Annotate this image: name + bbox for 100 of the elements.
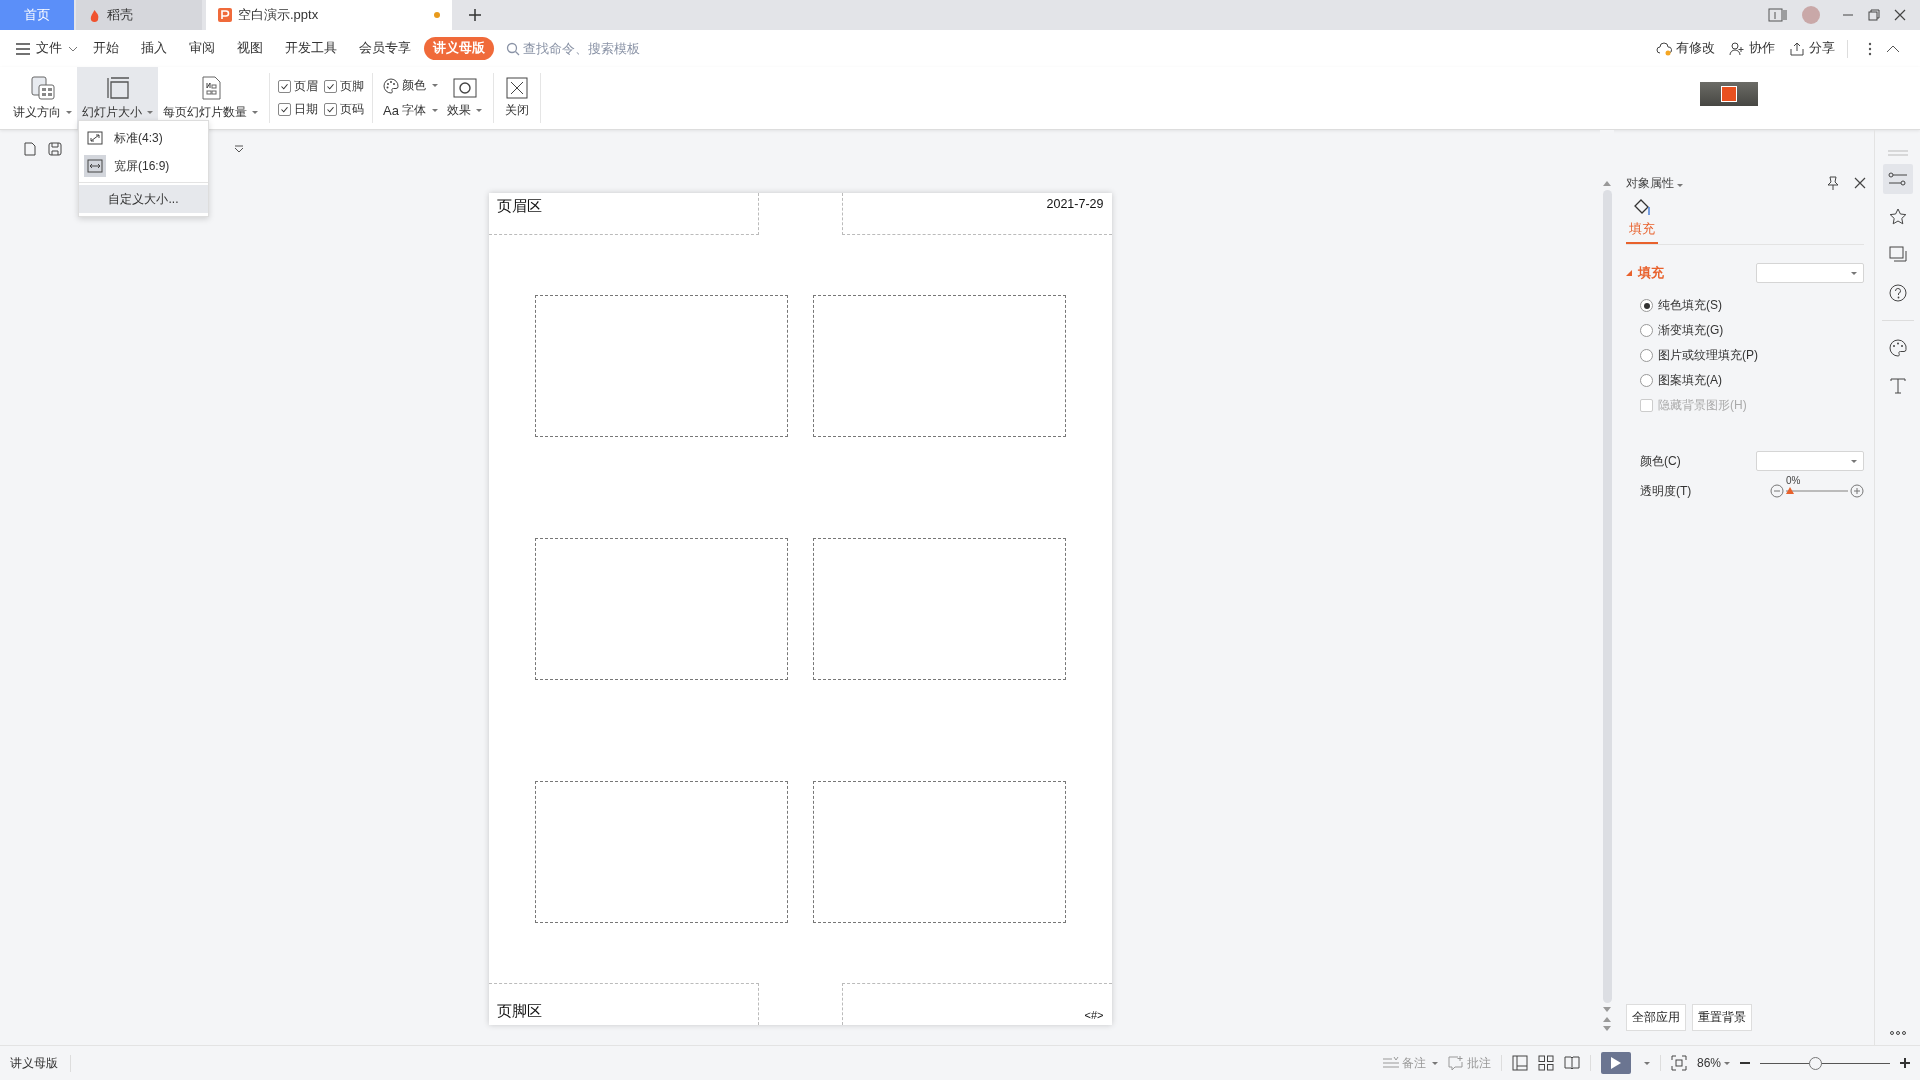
cloud-icon: [1656, 41, 1672, 56]
checkmark-icon: [280, 82, 289, 91]
transparency-value: 0%: [1786, 475, 1801, 486]
properties-tool[interactable]: [1882, 164, 1913, 194]
fill-option[interactable]: 图片或纹理填充(P): [1626, 343, 1874, 368]
caret-icon: [1851, 271, 1857, 275]
zoom-in-icon[interactable]: [1900, 1058, 1910, 1068]
caret-icon: [147, 111, 153, 114]
caret-icon[interactable]: [1643, 1061, 1650, 1065]
star-icon: [1888, 208, 1907, 226]
share-icon: [1789, 41, 1805, 56]
search-icon: [506, 41, 520, 56]
page-up-icon[interactable]: [1603, 1017, 1611, 1022]
effects-button[interactable]: 效果: [442, 67, 487, 129]
menu-item[interactable]: 宽屏(16:9): [79, 152, 208, 180]
text-icon: [1889, 378, 1906, 394]
date-text: 2021-7-29: [1046, 197, 1104, 211]
menu-tab[interactable]: 开发工具: [276, 37, 346, 60]
more-icon[interactable]: [1889, 1031, 1906, 1035]
ribbon-checkbox[interactable]: 日期: [278, 101, 318, 118]
toolbar-action[interactable]: 有修改: [1656, 40, 1715, 57]
zoom-out-icon[interactable]: [1740, 1061, 1750, 1065]
menu-tab[interactable]: 审阅: [180, 37, 224, 60]
ribbon-button[interactable]: 讲义方向: [8, 67, 77, 129]
grid-view-icon[interactable]: [1537, 1055, 1554, 1071]
close-icon[interactable]: [1894, 9, 1906, 21]
new-file-icon[interactable]: [24, 142, 36, 156]
restore-icon[interactable]: [1868, 9, 1880, 21]
menu-item[interactable]: 自定义大小...: [79, 185, 208, 213]
customize-icon[interactable]: [234, 144, 244, 154]
pin-icon[interactable]: [1826, 176, 1840, 190]
font-button[interactable]: Aa 字体: [383, 102, 438, 119]
menu-tab[interactable]: 视图: [228, 37, 272, 60]
close-icon: [506, 77, 528, 99]
caret-icon: [1724, 1061, 1730, 1065]
save-icon[interactable]: [48, 142, 62, 156]
widescreen-icon: [84, 155, 106, 177]
caret-icon: [432, 84, 438, 87]
color-button[interactable]: 颜色: [383, 77, 438, 94]
view-mode-label: 讲义母版: [10, 1054, 71, 1072]
close-icon[interactable]: [1854, 177, 1866, 189]
collapse-icon[interactable]: [1886, 44, 1900, 53]
normal-view-icon[interactable]: [1511, 1055, 1528, 1071]
scrollbar-thumb[interactable]: [1602, 190, 1612, 1003]
document-tab[interactable]: 空白演示.pptx: [206, 0, 452, 30]
handout-icon: [29, 75, 56, 101]
more-icon[interactable]: [1868, 41, 1872, 56]
header-text: 页眉区: [496, 197, 542, 216]
menu-tab[interactable]: 开始: [84, 37, 128, 60]
caret-icon: [252, 111, 258, 114]
input-method-toolbar[interactable]: [1700, 82, 1758, 106]
palette-icon: [1888, 339, 1907, 357]
toolbar-action[interactable]: 分享: [1789, 40, 1835, 57]
palette-icon: [383, 77, 399, 94]
page-number-text: <#>: [1084, 1009, 1104, 1021]
fit-window-icon[interactable]: [1670, 1055, 1687, 1071]
flame-icon: [88, 8, 101, 22]
close-master-button[interactable]: 关闭: [500, 67, 534, 129]
reading-view-icon[interactable]: [1563, 1055, 1580, 1071]
caret-icon: [1851, 459, 1857, 463]
menu-tab[interactable]: 会员专享: [350, 37, 420, 60]
color-label: 颜色(C): [1640, 452, 1681, 470]
drag-handle-icon[interactable]: [1887, 150, 1908, 156]
menu-tab[interactable]: 插入: [132, 37, 176, 60]
notes-icon: [1382, 1057, 1399, 1069]
toolbar-action[interactable]: 协作: [1729, 40, 1775, 57]
play-button[interactable]: [1600, 1052, 1631, 1074]
ribbon-checkbox[interactable]: 页脚: [324, 78, 364, 95]
checkmark-icon: [326, 105, 335, 114]
zoom-level[interactable]: 86%: [1696, 1056, 1730, 1070]
slides-icon: [1888, 246, 1907, 264]
transparency-label: 透明度(T): [1640, 482, 1692, 500]
file-menu[interactable]: 文件: [16, 40, 78, 57]
scroll-down-icon[interactable]: [1603, 1007, 1611, 1013]
caret-icon: [1677, 183, 1683, 187]
document-tab[interactable]: 稻壳: [76, 0, 202, 30]
new-tab-icon[interactable]: [468, 8, 482, 22]
panel-button[interactable]: 重置背景: [1692, 1004, 1752, 1031]
sliders-icon: [1887, 172, 1908, 186]
search-field[interactable]: 查找命令、搜索模板: [506, 41, 673, 56]
caret-icon: [1431, 1061, 1438, 1065]
page-down-icon[interactable]: [1603, 1026, 1611, 1031]
help-icon[interactable]: [1888, 284, 1907, 302]
chevron-down-icon: [68, 45, 78, 52]
menu-icon: [16, 42, 30, 55]
color-dropdown[interactable]: [1756, 451, 1864, 471]
slider-thumb[interactable]: [1786, 487, 1794, 494]
panel-title[interactable]: 对象属性: [1626, 174, 1683, 192]
decrease-icon[interactable]: [1770, 484, 1784, 498]
comment-add-icon: [1447, 1056, 1464, 1070]
ribbon-checkbox[interactable]: 页码: [324, 101, 364, 118]
panel-button[interactable]: 全部应用: [1626, 1004, 1686, 1031]
paint-bucket-icon: [1632, 198, 1652, 218]
checkmark-icon: [326, 82, 335, 91]
fill-option[interactable]: 纯色填充(S): [1626, 293, 1874, 318]
ribbon-checkbox[interactable]: 页眉: [278, 78, 318, 95]
increase-icon[interactable]: [1850, 484, 1864, 498]
fill-option[interactable]: 图案填充(A): [1626, 368, 1874, 393]
fill-option[interactable]: 渐变填充(G): [1626, 318, 1874, 343]
scroll-up-icon[interactable]: [1603, 180, 1611, 186]
